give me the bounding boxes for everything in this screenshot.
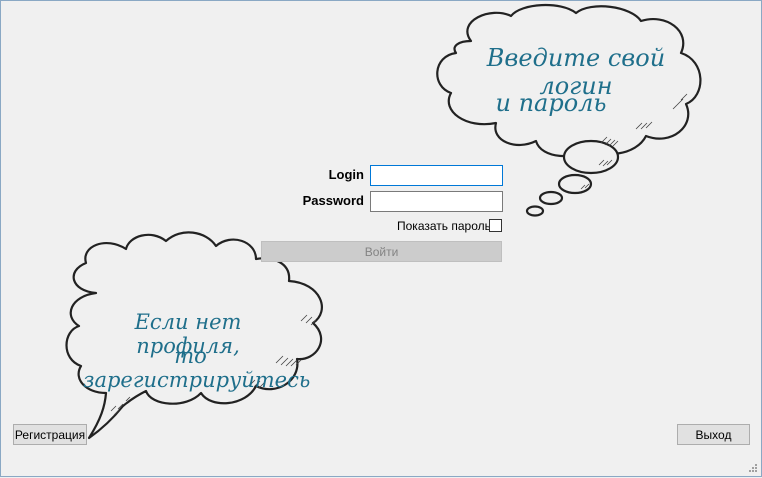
password-input[interactable] — [370, 191, 503, 212]
password-label: Password — [302, 193, 364, 208]
show-password-checkbox[interactable] — [489, 219, 502, 232]
login-input[interactable] — [370, 165, 503, 186]
show-password-label: Показать пароль — [397, 219, 491, 233]
login-label: Login — [328, 167, 364, 182]
hint-enter-credentials-line2: и пароль — [495, 89, 607, 117]
register-button[interactable]: Регистрация — [13, 424, 87, 445]
exit-button[interactable]: Выход — [677, 424, 750, 445]
hint-register-line2: то зарегистрируйтесь — [83, 344, 311, 392]
login-window: Введите свой логин и пароль Если нет про… — [0, 0, 762, 477]
resize-grip-icon[interactable] — [748, 463, 758, 473]
login-button[interactable]: Войти — [261, 241, 502, 262]
